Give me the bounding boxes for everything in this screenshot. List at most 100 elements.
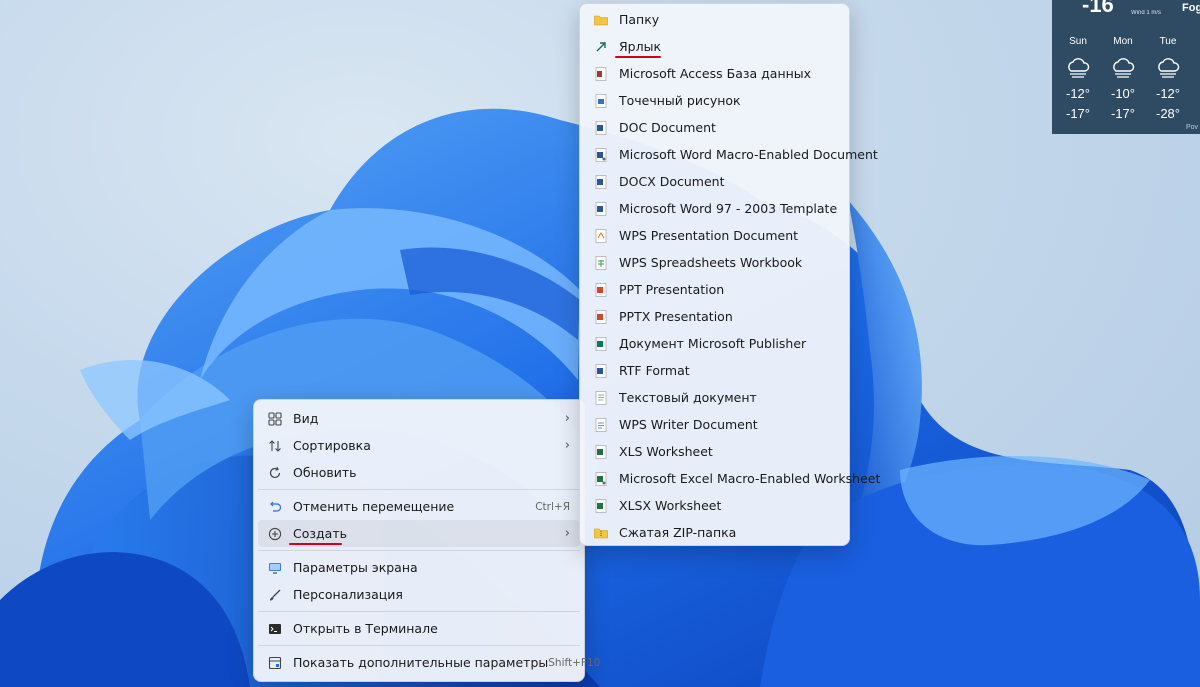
new-publisher[interactable]: Документ Microsoft Publisher <box>584 330 845 357</box>
new-wps-writer[interactable]: WPS Writer Document <box>584 411 845 438</box>
new-wps-spreadsheet[interactable]: WPS Spreadsheets Workbook <box>584 249 845 276</box>
menu-item-undo-move[interactable]: Отменить перемещение Ctrl+Я <box>258 493 580 520</box>
word-template-icon <box>593 201 609 217</box>
plus-circle-icon <box>267 526 283 542</box>
powerpoint-file-icon <box>593 282 609 298</box>
bitmap-file-icon <box>593 93 609 109</box>
word-file-icon <box>593 120 609 136</box>
submenu-item-label: Точечный рисунок <box>619 93 741 108</box>
new-access-database[interactable]: Microsoft Access База данных <box>584 60 845 87</box>
red-underline-annotation <box>289 543 342 545</box>
submenu-item-label: WPS Presentation Document <box>619 228 799 243</box>
menu-separator <box>258 489 580 490</box>
snow-cloud-icon <box>1103 58 1143 85</box>
menu-item-label: Вид <box>293 411 319 426</box>
new-text-document[interactable]: Текстовый документ <box>584 384 845 411</box>
forecast-high: -10° <box>1111 86 1135 101</box>
menu-item-view[interactable]: Вид › <box>258 405 580 432</box>
new-bitmap[interactable]: Точечный рисунок <box>584 87 845 114</box>
word-file-icon <box>593 174 609 190</box>
rtf-file-icon <box>593 363 609 379</box>
powerpoint-file-icon <box>593 309 609 325</box>
shortcut-label: Shift+F10 <box>548 656 601 669</box>
menu-item-open-terminal[interactable]: Открыть в Терминале <box>258 615 580 642</box>
chevron-right-icon: › <box>564 526 570 541</box>
desktop-context-menu: Вид › Сортировка › Обновить Отменить пер… <box>253 399 600 682</box>
refresh-icon <box>267 465 283 481</box>
menu-item-label: Обновить <box>293 465 357 480</box>
menu-item-personalize[interactable]: Персонализация <box>258 581 580 608</box>
new-xlsm[interactable]: Microsoft Excel Macro-Enabled Worksheet <box>584 465 880 492</box>
menu-item-sort[interactable]: Сортировка › <box>258 432 580 459</box>
more-options-icon <box>267 655 283 671</box>
forecast-day-name: Sun <box>1069 36 1087 47</box>
chevron-right-icon: › <box>564 438 570 453</box>
menu-item-more-options[interactable]: Показать дополнительные параметры Shift+… <box>258 649 600 676</box>
menu-item-create[interactable]: Создать › <box>258 520 580 547</box>
submenu-item-label: Сжатая ZIP-папка <box>619 525 737 540</box>
new-rtf[interactable]: RTF Format <box>584 357 845 384</box>
submenu-item-label: RTF Format <box>619 363 690 378</box>
wps-presentation-icon <box>593 228 609 244</box>
menu-item-refresh[interactable]: Обновить <box>258 459 580 486</box>
submenu-item-label: XLS Worksheet <box>619 444 713 459</box>
publisher-file-icon <box>593 336 609 352</box>
new-zip-folder[interactable]: Сжатая ZIP-папка <box>584 519 845 546</box>
menu-item-label: Сортировка <box>293 438 371 453</box>
submenu-item-label: Microsoft Word Macro-Enabled Document <box>619 147 878 162</box>
submenu-item-label: PPT Presentation <box>619 282 725 297</box>
excel-file-icon <box>593 444 609 460</box>
excel-file-icon <box>593 498 609 514</box>
submenu-item-label: Ярлык <box>619 39 662 54</box>
submenu-item-label: Папку <box>619 12 660 27</box>
brush-icon <box>267 587 283 603</box>
new-docm[interactable]: Microsoft Word Macro-Enabled Document <box>584 141 878 168</box>
access-file-icon <box>593 66 609 82</box>
menu-item-label: Отменить перемещение <box>293 499 455 514</box>
submenu-item-label: PPTX Presentation <box>619 309 733 324</box>
submenu-item-label: Microsoft Access База данных <box>619 66 812 81</box>
menu-item-label: Открыть в Терминале <box>293 621 438 636</box>
menu-separator <box>258 645 580 646</box>
submenu-item-label: DOC Document <box>619 120 716 135</box>
submenu-item-label: Документ Microsoft Publisher <box>619 336 807 351</box>
terminal-icon <box>267 621 283 637</box>
new-folder[interactable]: Папку <box>584 6 845 33</box>
new-wps-presentation[interactable]: WPS Presentation Document <box>584 222 845 249</box>
wps-spreadsheet-icon <box>593 255 609 271</box>
red-underline-annotation <box>615 56 661 58</box>
forecast-day-name: Tue <box>1159 36 1177 47</box>
chevron-right-icon: › <box>564 411 570 426</box>
new-xlsx[interactable]: XLSX Worksheet <box>584 492 845 519</box>
new-ppt[interactable]: PPT Presentation <box>584 276 845 303</box>
menu-item-label: Персонализация <box>293 587 403 602</box>
wps-writer-icon <box>593 417 609 433</box>
forecast-high: -12° <box>1066 86 1090 101</box>
shortcut-label: Ctrl+Я <box>535 500 570 513</box>
forecast-low: -17° <box>1066 106 1090 121</box>
weather-more-link[interactable]: Pov <box>1186 124 1198 131</box>
undo-icon <box>267 499 283 515</box>
new-pptx[interactable]: PPTX Presentation <box>584 303 845 330</box>
zip-folder-icon <box>593 525 609 541</box>
new-xls[interactable]: XLS Worksheet <box>584 438 845 465</box>
folder-icon <box>593 12 609 28</box>
menu-item-label: Показать дополнительные параметры <box>293 655 549 670</box>
forecast-low: -17° <box>1111 106 1135 121</box>
menu-item-display-settings[interactable]: Параметры экрана <box>258 554 580 581</box>
weather-widget[interactable]: -16 Wind 1 m/s Fog Sun Mon Tue -12° -10°… <box>1052 0 1200 134</box>
submenu-item-label: WPS Spreadsheets Workbook <box>619 255 803 270</box>
forecast-low: -28° <box>1156 106 1180 121</box>
forecast-day-name: Mon <box>1113 36 1133 47</box>
submenu-item-label: Microsoft Excel Macro-Enabled Worksheet <box>619 471 881 486</box>
menu-item-label: Параметры экрана <box>293 560 418 575</box>
new-docx[interactable]: DOCX Document <box>584 168 845 195</box>
text-file-icon <box>593 390 609 406</box>
new-dot[interactable]: Microsoft Word 97 - 2003 Template <box>584 195 845 222</box>
new-doc[interactable]: DOC Document <box>584 114 845 141</box>
snow-cloud-icon <box>1148 58 1188 85</box>
submenu-item-label: WPS Writer Document <box>619 417 758 432</box>
weather-current-temp: -16 <box>1082 0 1114 17</box>
menu-separator <box>258 550 580 551</box>
new-shortcut[interactable]: Ярлык <box>584 33 845 60</box>
